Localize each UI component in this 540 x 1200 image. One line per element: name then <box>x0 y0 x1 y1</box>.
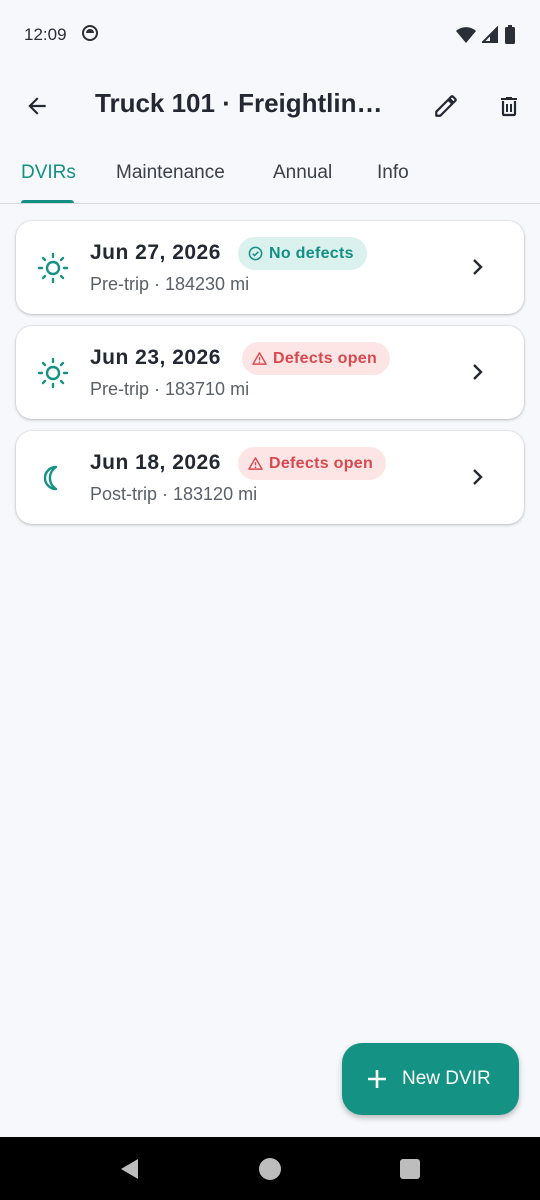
battery-icon <box>505 25 515 44</box>
chevron-right-icon <box>473 364 483 380</box>
chevron-right-icon <box>473 259 483 275</box>
tab-bar: DVIRs Maintenance Annual Info <box>0 142 540 204</box>
nav-recents-icon[interactable] <box>396 1155 424 1183</box>
arrow-back-icon <box>28 97 46 115</box>
status-badge: Defects open <box>242 342 391 375</box>
plus-icon <box>368 1070 386 1088</box>
new-dvir-label: New DVIR <box>402 1068 491 1089</box>
page-title: Truck 101 · Freightliner Cascadia <box>95 88 395 118</box>
status-badge: Defects open <box>238 447 387 480</box>
dvir-subtitle: Post-trip · 183120 mi <box>90 484 258 504</box>
tab-dvirs[interactable]: DVIRs <box>21 142 76 204</box>
tab-indicator <box>21 200 74 203</box>
status-badge-label: Defects open <box>269 454 374 472</box>
status-badge: No defects <box>238 237 367 270</box>
nav-home-icon[interactable] <box>256 1155 284 1183</box>
app-bar: Truck 101 · Freightliner Cascadia <box>0 70 540 142</box>
dvir-card[interactable]: Jun 23, 2026 Defects open Pre-trip · 183… <box>16 326 524 419</box>
warning-icon <box>252 352 267 365</box>
dvir-list: Jun 27, 2026 No defects Pre-trip · 18423… <box>16 221 524 536</box>
wifi-icon <box>456 27 476 43</box>
pencil-icon <box>435 95 457 117</box>
sun-icon <box>37 357 69 389</box>
moon-icon <box>43 465 58 491</box>
status-badge-label: No defects <box>269 244 354 262</box>
status-icons <box>456 25 516 45</box>
signal-icon <box>482 26 498 43</box>
tab-info[interactable]: Info <box>377 142 409 204</box>
dvir-date: Jun 23, 2026 <box>90 346 221 369</box>
new-dvir-button[interactable]: New DVIR <box>342 1043 519 1115</box>
dvir-date: Jun 18, 2026 <box>90 451 221 474</box>
tab-annual[interactable]: Annual <box>273 142 332 204</box>
delete-button[interactable] <box>485 82 533 130</box>
status-bar: 12:09 <box>0 0 540 70</box>
back-button[interactable] <box>13 82 61 130</box>
system-nav-bar <box>0 1137 540 1200</box>
notification-icon <box>81 24 99 47</box>
nav-back-icon[interactable] <box>116 1155 144 1183</box>
warning-icon <box>248 457 263 470</box>
dvir-card[interactable]: Jun 18, 2026 Defects open Post-trip · 18… <box>16 431 524 524</box>
edit-button[interactable] <box>422 82 470 130</box>
sun-icon <box>37 252 69 284</box>
tab-maintenance[interactable]: Maintenance <box>116 142 225 204</box>
status-badge-label: Defects open <box>273 349 378 367</box>
dvir-date: Jun 27, 2026 <box>90 241 221 264</box>
trash-icon <box>501 97 517 117</box>
dvir-subtitle: Pre-trip · 184230 mi <box>90 274 250 294</box>
chevron-right-icon <box>473 469 483 485</box>
check-circle-icon <box>248 246 263 261</box>
status-time: 12:09 <box>24 25 67 44</box>
dvir-card[interactable]: Jun 27, 2026 No defects Pre-trip · 18423… <box>16 221 524 314</box>
dvir-subtitle: Pre-trip · 183710 mi <box>90 379 250 399</box>
